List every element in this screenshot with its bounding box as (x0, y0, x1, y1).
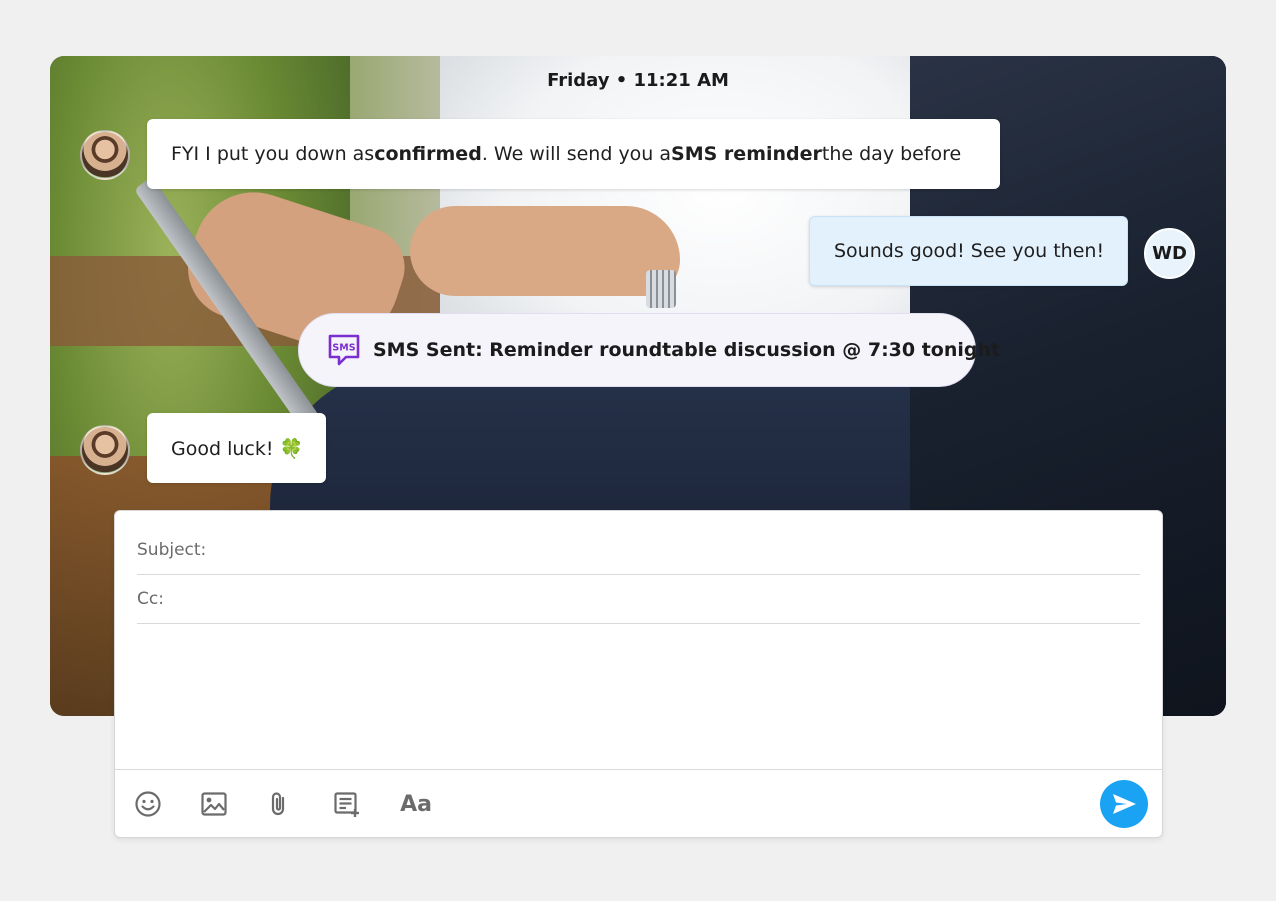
sms-icon-label: SMS (332, 343, 355, 354)
sms-sent-event: SMS SMS Sent: Reminder roundtable discus… (298, 313, 1000, 387)
message-text-part: FYI I put you down as (171, 143, 375, 165)
message-bold-sms-reminder: SMS reminder (671, 143, 822, 165)
image-button[interactable] (198, 788, 230, 820)
agent-avatar (80, 130, 130, 180)
subject-row: Subject: (137, 526, 1140, 575)
message-bubble-agent: FYI I put you down as confirmed. We will… (147, 119, 1000, 189)
send-button[interactable] (1100, 780, 1148, 828)
message-bold-confirmed: confirmed (374, 143, 482, 165)
sms-event-text: SMS Sent: Reminder roundtable discussion… (373, 339, 1001, 361)
image-icon (201, 792, 227, 816)
emoji-icon (135, 791, 161, 817)
subject-input[interactable] (214, 540, 1140, 560)
message-text-part: . We will send you a (481, 143, 672, 165)
composer-toolbar: Aa (115, 769, 1162, 837)
conversation-timestamp: Friday • 11:21 AM (547, 70, 729, 91)
message-text: Sounds good! See you then! (834, 240, 1105, 262)
cc-row: Cc: (137, 575, 1140, 624)
cc-input[interactable] (171, 589, 1140, 609)
subject-label: Subject: (137, 540, 207, 560)
message-text-part: the day before (821, 143, 962, 165)
message-text: Good luck! 🍀 (171, 437, 304, 460)
agent-avatar (80, 425, 130, 475)
sms-icon: SMS (327, 333, 361, 367)
cc-label: Cc: (137, 589, 164, 609)
message-composer: Subject: Cc: Aa (114, 510, 1163, 838)
user-avatar: WD (1144, 228, 1195, 279)
send-icon (1113, 794, 1136, 814)
format-text-button[interactable]: Aa (396, 788, 436, 820)
snippet-add-button[interactable] (331, 788, 363, 820)
message-bubble-agent: Good luck! 🍀 (147, 413, 326, 483)
message-bubble-user: Sounds good! See you then! (809, 216, 1128, 286)
attachment-button[interactable] (263, 788, 295, 820)
format-text-icon: Aa (400, 791, 432, 817)
message-body-input[interactable] (137, 631, 1140, 761)
snippet-add-icon (334, 792, 359, 817)
attachment-icon (271, 792, 285, 816)
emoji-button[interactable] (132, 788, 164, 820)
